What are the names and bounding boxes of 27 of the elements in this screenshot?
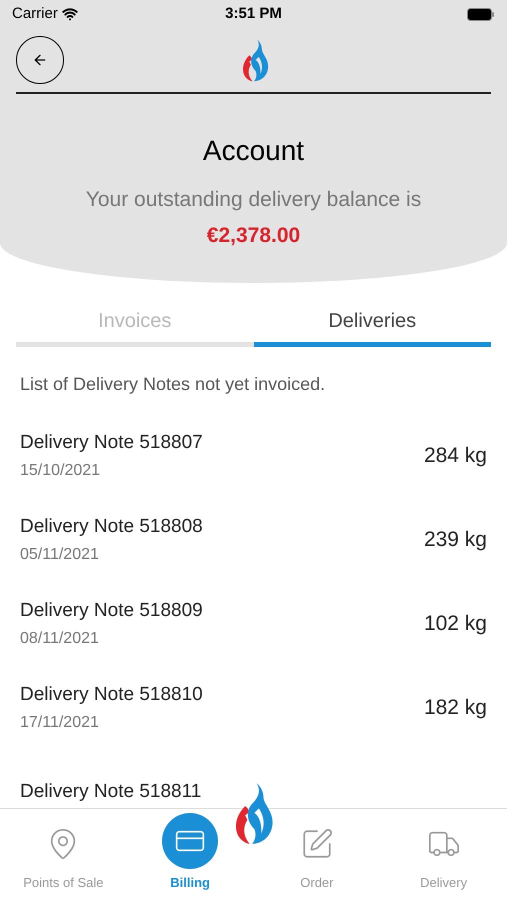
delivery-date: 17/11/2021 (20, 713, 100, 734)
delivery-weight: 239 kg (424, 527, 487, 554)
carrier-label: Carrier (12, 4, 58, 24)
tab-bar-item[interactable]: Points of Sale (0, 826, 127, 892)
delivery-date: 05/11/2021 (20, 545, 100, 566)
delivery-date: 15/10/2021 (20, 461, 102, 482)
delivery-weight: 102 kg (424, 611, 487, 638)
delivery-note-title: Delivery Note 518811 (20, 780, 202, 804)
tab[interactable]: Deliveries (254, 299, 491, 347)
balance-description: Your outstanding delivery balance is (86, 187, 422, 213)
tab-bar-item[interactable]: Delivery (380, 826, 507, 892)
delivery-note-title: Delivery Note 518807 (20, 430, 203, 455)
battery-icon (466, 8, 495, 20)
delivery-weight: 284 kg (424, 443, 487, 470)
tab[interactable]: Invoices (16, 299, 254, 347)
balance-amount: €2,378.00 (206, 222, 300, 248)
status-time: 3:51 PM (225, 4, 282, 24)
delivery-note-title: Delivery Note 518808 (20, 514, 203, 539)
back-button[interactable] (16, 36, 64, 84)
tab-bar-item[interactable]: Order (254, 826, 380, 892)
delivery-date: 08/11/2021 (20, 629, 100, 650)
delivery-note-title: Delivery Note 518809 (20, 598, 203, 623)
delivery-weight: 182 kg (424, 695, 487, 722)
delivery-note-title: Delivery Note 518810 (20, 682, 203, 707)
list-description: List of Delivery Notes not yet invoiced. (20, 373, 326, 396)
wifi-icon (62, 6, 78, 22)
account-title: Account (202, 134, 304, 168)
